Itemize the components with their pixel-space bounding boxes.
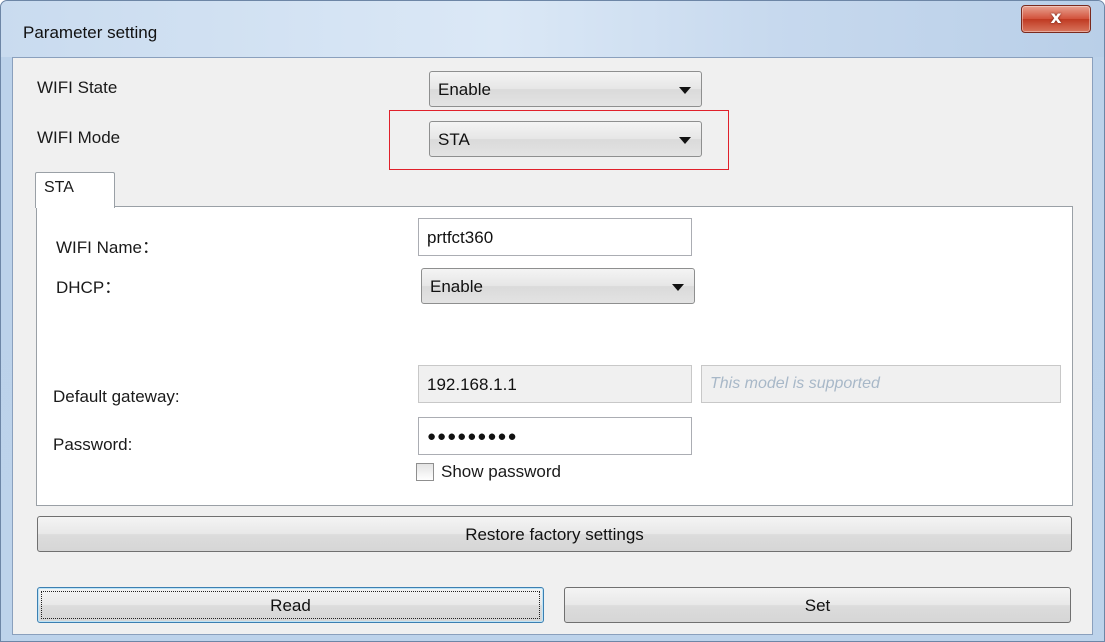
chevron-down-icon xyxy=(679,87,691,94)
close-icon: x xyxy=(1050,8,1062,28)
wifi-name-label: WIFI Name： xyxy=(56,238,159,257)
close-button[interactable]: x xyxy=(1021,5,1091,33)
set-button[interactable]: Set xyxy=(564,587,1071,623)
dhcp-select[interactable]: Enable xyxy=(421,268,695,304)
default-gateway-value: 192.168.1.1 xyxy=(427,375,517,394)
tab-sta[interactable]: STA xyxy=(35,172,115,208)
read-button-label: Read xyxy=(270,596,311,615)
default-gateway-label: Default gateway: xyxy=(53,387,180,406)
password-value: ●●●●●●●●● xyxy=(427,428,518,445)
gateway-note-text: This model is supported xyxy=(710,375,880,392)
chevron-down-icon xyxy=(672,284,684,291)
restore-factory-settings-label: Restore factory settings xyxy=(465,525,644,544)
read-button[interactable]: Read xyxy=(37,587,544,623)
tab-sta-label: STA xyxy=(44,179,74,196)
dhcp-value: Enable xyxy=(430,277,483,296)
default-gateway-input[interactable]: 192.168.1.1 xyxy=(418,365,692,403)
gateway-note-field: This model is supported xyxy=(701,365,1061,403)
title-bar[interactable]: Parameter setting x xyxy=(1,1,1104,57)
password-input[interactable]: ●●●●●●●●● xyxy=(418,417,692,455)
password-label: Password: xyxy=(53,435,133,454)
show-password-label[interactable]: Show password xyxy=(441,462,561,482)
wifi-state-select[interactable]: Enable xyxy=(429,71,702,107)
set-button-label: Set xyxy=(804,596,831,615)
wifi-state-value: Enable xyxy=(438,80,491,99)
parameter-setting-window: Parameter setting x WIFI State Enable WI… xyxy=(0,0,1105,642)
wifi-mode-label: WIFI Mode xyxy=(37,128,121,147)
wifi-name-value: prtfct360 xyxy=(427,228,494,247)
restore-factory-settings-button[interactable]: Restore factory settings xyxy=(37,516,1072,552)
window-title: Parameter setting xyxy=(23,23,158,42)
wifi-mode-highlight-box xyxy=(389,110,729,170)
wifi-name-input[interactable]: prtfct360 xyxy=(418,218,692,256)
wifi-state-label: WIFI State xyxy=(37,78,118,97)
dhcp-label: DHCP： xyxy=(56,278,122,297)
show-password-checkbox[interactable] xyxy=(416,463,434,481)
